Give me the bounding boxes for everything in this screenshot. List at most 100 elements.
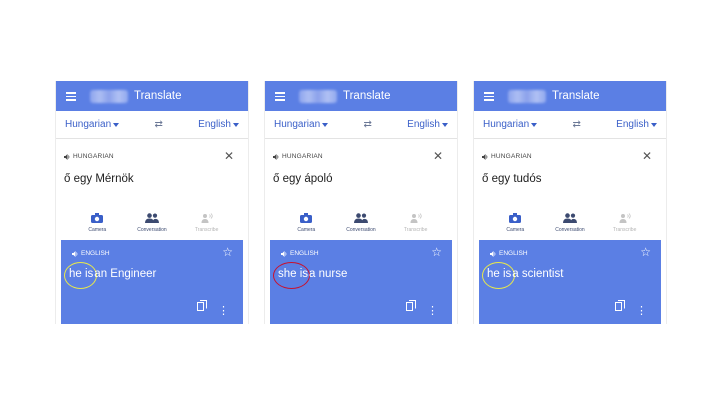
swap-icon[interactable]: ⇄: [363, 119, 371, 130]
transcribe-label: Transcribe: [194, 227, 219, 233]
transcribe-label: Transcribe: [403, 227, 428, 233]
star-icon[interactable]: ☆: [222, 245, 233, 259]
star-icon[interactable]: ☆: [640, 245, 651, 259]
camera-label: Camera: [506, 227, 525, 233]
transcribe-label: Transcribe: [612, 227, 637, 233]
target-language-label-text: ENGLISH: [499, 250, 528, 257]
chevron-down-icon: [322, 122, 329, 127]
source-language-label-text: HUNGARIAN: [282, 153, 323, 160]
transcribe-icon: [410, 211, 422, 225]
translate-screen-1: Translate Hungarian ⇄ English HUNGARIAN …: [55, 81, 249, 324]
blurred-logo: [299, 89, 337, 103]
target-language-label: English: [198, 119, 231, 130]
swap-icon[interactable]: ⇄: [154, 119, 162, 130]
app-bar: Translate: [474, 81, 666, 111]
conversation-tool[interactable]: Conversation: [130, 211, 174, 233]
app-title: Translate: [552, 90, 600, 102]
chevron-down-icon: [113, 122, 120, 127]
chevron-down-icon: [232, 122, 239, 127]
translation-card: ENGLISH ☆ he isan Engineer ⋮: [61, 240, 243, 324]
menu-icon[interactable]: [275, 92, 285, 101]
source-area: HUNGARIAN ✕ ő egy Mérnök: [56, 139, 248, 211]
speaker-icon[interactable]: [273, 153, 279, 160]
transcribe-tool[interactable]: Transcribe: [185, 211, 229, 233]
source-text[interactable]: ő egy ápoló: [273, 173, 332, 185]
source-area: HUNGARIAN ✕ ő egy ápoló: [265, 139, 457, 211]
translation-rest: a nurse: [309, 268, 348, 280]
translation-text[interactable]: he isan Engineer: [69, 268, 156, 280]
camera-icon: [509, 211, 522, 225]
speaker-icon[interactable]: [281, 250, 287, 257]
source-text[interactable]: ő egy tudós: [482, 173, 541, 185]
conversation-tool[interactable]: Conversation: [548, 211, 592, 233]
chevron-down-icon: [441, 122, 448, 127]
more-icon[interactable]: ⋮: [427, 306, 438, 317]
camera-label: Camera: [88, 227, 107, 233]
camera-tool[interactable]: Camera: [284, 211, 328, 233]
target-language-select[interactable]: English: [407, 119, 448, 130]
target-language-label-text: ENGLISH: [290, 250, 319, 257]
close-icon[interactable]: ✕: [224, 149, 234, 163]
camera-label: Camera: [297, 227, 316, 233]
target-language-select[interactable]: English: [198, 119, 239, 130]
source-area: HUNGARIAN ✕ ő egy tudós: [474, 139, 666, 211]
conversation-tool[interactable]: Conversation: [339, 211, 383, 233]
translation-text[interactable]: she isa nurse: [278, 268, 347, 280]
camera-icon: [300, 211, 313, 225]
conversation-label: Conversation: [137, 227, 167, 233]
language-bar: Hungarian ⇄ English: [265, 111, 457, 139]
star-icon[interactable]: ☆: [431, 245, 442, 259]
camera-icon: [91, 211, 104, 225]
translation-card: ENGLISH ☆ she isa nurse ⋮: [270, 240, 452, 324]
camera-tool[interactable]: Camera: [493, 211, 537, 233]
app-title: Translate: [343, 90, 391, 102]
translation-rest: a scientist: [512, 268, 564, 280]
blurred-logo: [508, 89, 546, 103]
target-language-select[interactable]: English: [616, 119, 657, 130]
speaker-icon[interactable]: [72, 250, 78, 257]
translation-pronoun: he is: [69, 268, 94, 280]
menu-icon[interactable]: [66, 92, 76, 101]
copy-icon[interactable]: [197, 298, 207, 316]
conversation-label: Conversation: [555, 227, 585, 233]
more-icon[interactable]: ⋮: [636, 306, 647, 317]
target-language-label: English: [616, 119, 649, 130]
translation-card: ENGLISH ☆ he isa scientist ⋮: [479, 240, 661, 324]
translation-rest: an Engineer: [94, 268, 157, 280]
translation-text[interactable]: he isa scientist: [487, 268, 563, 280]
transcribe-tool[interactable]: Transcribe: [394, 211, 438, 233]
transcribe-icon: [619, 211, 631, 225]
chevron-down-icon: [650, 122, 657, 127]
transcribe-tool[interactable]: Transcribe: [603, 211, 647, 233]
target-language-heading: ENGLISH: [72, 250, 110, 257]
camera-tool[interactable]: Camera: [75, 211, 119, 233]
language-bar: Hungarian ⇄ English: [56, 111, 248, 139]
source-language-label-text: HUNGARIAN: [73, 153, 114, 160]
translate-screen-3: Translate Hungarian ⇄ English HUNGARIAN …: [473, 81, 667, 324]
language-bar: Hungarian ⇄ English: [474, 111, 666, 139]
translation-pronoun: he is: [487, 268, 512, 280]
source-language-select[interactable]: Hungarian: [274, 119, 329, 130]
conversation-icon: [144, 211, 159, 225]
source-language-select[interactable]: Hungarian: [65, 119, 120, 130]
menu-icon[interactable]: [484, 92, 494, 101]
speaker-icon[interactable]: [490, 250, 496, 257]
source-language-label: Hungarian: [483, 119, 530, 130]
target-language-label: English: [407, 119, 440, 130]
target-language-label-text: ENGLISH: [81, 250, 110, 257]
speaker-icon[interactable]: [64, 153, 70, 160]
source-language-select[interactable]: Hungarian: [483, 119, 538, 130]
source-text[interactable]: ő egy Mérnök: [64, 173, 134, 185]
conversation-icon: [562, 211, 577, 225]
copy-icon[interactable]: [406, 298, 416, 316]
close-icon[interactable]: ✕: [433, 149, 443, 163]
swap-icon[interactable]: ⇄: [572, 119, 580, 130]
copy-icon[interactable]: [615, 298, 625, 316]
source-language-heading: HUNGARIAN: [273, 153, 323, 160]
source-language-heading: HUNGARIAN: [482, 153, 532, 160]
translation-pronoun: she is: [278, 268, 309, 280]
more-icon[interactable]: ⋮: [218, 306, 229, 317]
target-language-heading: ENGLISH: [490, 250, 528, 257]
speaker-icon[interactable]: [482, 153, 488, 160]
close-icon[interactable]: ✕: [642, 149, 652, 163]
